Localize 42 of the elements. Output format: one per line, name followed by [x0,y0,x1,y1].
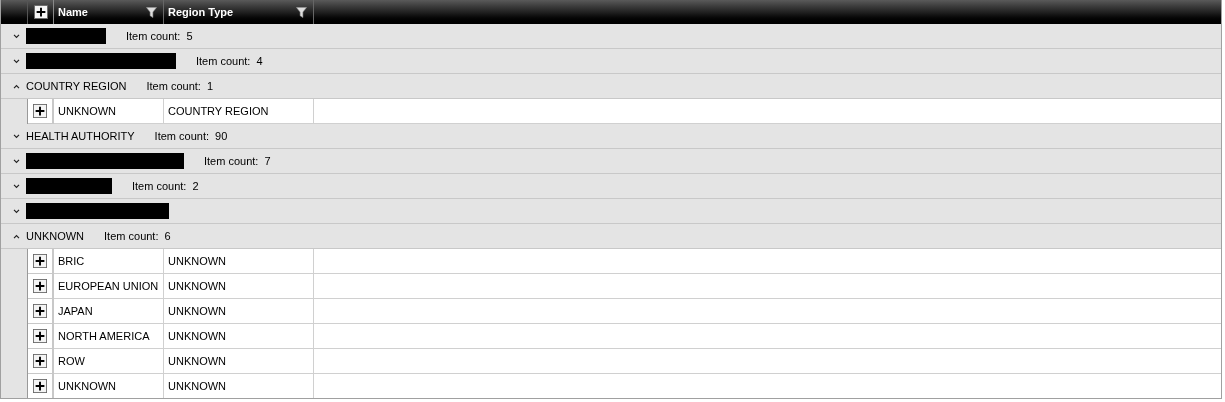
collapse-icon[interactable] [13,83,20,89]
expand-icon[interactable] [13,58,20,64]
expand-row-button[interactable] [33,279,47,293]
table-cell: UNKNOWN [164,349,314,374]
item-count: Item count: 6 [104,228,171,244]
expand-all-button[interactable] [33,5,48,19]
item-count: Item count: 5 [126,28,193,44]
item-count: Item count: 7 [204,153,271,169]
expand-icon[interactable] [13,208,20,214]
table-cell: UNKNOWN [54,374,164,398]
table-cell: EUROPEAN UNION [54,274,164,299]
table-cell: UNKNOWN [164,374,314,398]
table-cell: UNKNOWN [164,274,314,299]
filter-icon[interactable] [146,6,157,18]
expand-icon[interactable] [13,183,20,189]
table-cell: NORTH AMERICA [54,324,164,349]
item-count: Item count: 4 [196,53,263,69]
table-cell: UNKNOWN [164,249,314,274]
table-cell: UNKNOWN [164,324,314,349]
table-cell: JAPAN [54,299,164,324]
filter-icon[interactable] [296,6,307,18]
table-cell: BRIC [54,249,164,274]
expand-row-button[interactable] [33,254,47,268]
table-cell: ROW [54,349,164,374]
group-label: COUNTRY REGION [26,78,127,94]
group-label: HEALTH AUTHORITY [26,128,135,144]
expand-row-button[interactable] [33,379,47,393]
expand-icon[interactable] [13,33,20,39]
column-header[interactable]: Name [58,3,88,21]
item-count: Item count: 1 [146,78,214,94]
column-header[interactable]: Region Type [168,3,234,21]
collapse-icon[interactable] [13,233,20,239]
expand-row-button[interactable] [33,304,47,318]
item-count: Item count: 90 [154,128,228,144]
item-count: Item count: 2 [132,178,199,194]
expand-row-button[interactable] [33,329,47,343]
expand-row-button[interactable] [33,354,47,368]
expand-row-button[interactable] [33,104,47,118]
expand-icon[interactable] [13,133,20,139]
expand-icon[interactable] [13,158,20,164]
group-label: UNKNOWN [26,228,85,244]
table-cell: UNKNOWN [164,299,314,324]
